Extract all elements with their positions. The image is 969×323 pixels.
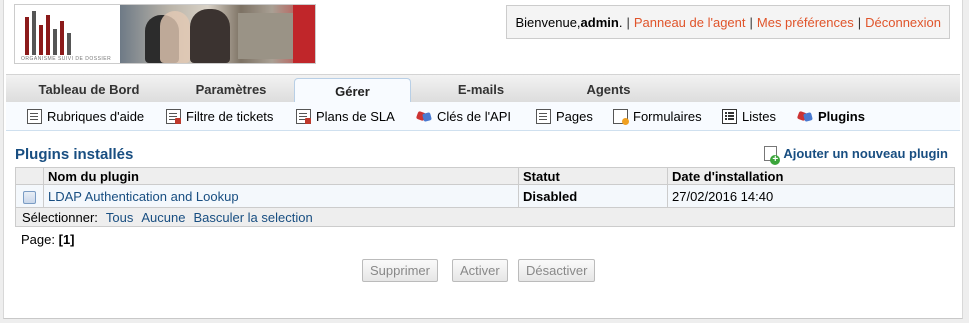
toggle-selection-link[interactable]: Basculer la selection xyxy=(193,210,312,225)
row-checkbox[interactable] xyxy=(23,190,36,204)
tab-dashboard[interactable]: Tableau de Bord xyxy=(14,75,164,103)
main-tabs: Tableau de Bord Paramètres Gérer E-mails… xyxy=(6,74,960,106)
agent-panel-link[interactable]: Panneau de l'agent xyxy=(634,15,746,30)
logo-caption: ORGANISME SUIVI DE DOSSIER xyxy=(21,56,112,62)
subnav-lists[interactable]: Listes xyxy=(722,102,776,130)
tab-emails[interactable]: E-mails xyxy=(411,75,551,103)
subnav-forms[interactable]: Formulaires xyxy=(613,102,702,130)
tab-agents[interactable]: Agents xyxy=(546,75,671,103)
subnav-plugins[interactable]: Plugins xyxy=(798,102,865,130)
select-label: Sélectionner: xyxy=(22,209,98,225)
plugin-name-link[interactable]: LDAP Authentication and Lookup xyxy=(48,189,239,204)
tab-settings[interactable]: Paramètres xyxy=(166,75,296,103)
user-info-box: Bienvenue, admin. | Panneau de l'agent |… xyxy=(506,5,950,39)
delete-button[interactable]: Supprimer xyxy=(362,259,438,282)
subnav-sla-plans[interactable]: Plans de SLA xyxy=(296,102,395,130)
logo-books: ORGANISME SUIVI DE DOSSIER xyxy=(15,5,125,63)
plugin-install-date: 27/02/2016 14:40 xyxy=(667,184,955,208)
welcome-text: Bienvenue, xyxy=(515,14,581,30)
column-header-install-date[interactable]: Date d'installation xyxy=(667,167,955,185)
page-container: ORGANISME SUIVI DE DOSSIER Bienvenue, ad… xyxy=(3,0,963,319)
logout-link[interactable]: Déconnexion xyxy=(865,15,941,30)
disable-button[interactable]: Désactiver xyxy=(518,259,596,282)
plugins-icon xyxy=(798,109,813,124)
column-header-status[interactable]: Statut xyxy=(518,167,668,185)
subnav-pages[interactable]: Pages xyxy=(536,102,593,130)
logo[interactable]: ORGANISME SUIVI DE DOSSIER xyxy=(14,4,316,64)
add-plugin-link[interactable]: Ajouter un nouveau plugin xyxy=(764,146,948,165)
pages-icon xyxy=(536,108,551,124)
forms-icon xyxy=(613,108,629,125)
page-label: Page: xyxy=(21,232,55,247)
select-all-link[interactable]: Tous xyxy=(106,210,133,225)
plugin-name-cell: LDAP Authentication and Lookup xyxy=(43,184,519,208)
ticket-filter-icon xyxy=(166,108,181,124)
plugins-table: Nom du plugin Statut Date d'installation… xyxy=(15,167,955,208)
plugin-status: Disabled xyxy=(518,184,668,208)
subnav-help-topics[interactable]: Rubriques d'aide xyxy=(27,102,144,130)
page-title: Plugins installés xyxy=(15,146,134,163)
select-column-header xyxy=(15,167,44,185)
pagination: Page: [1] xyxy=(21,232,75,247)
subnav-ticket-filters[interactable]: Filtre de tickets xyxy=(166,102,273,130)
page-current[interactable]: [1] xyxy=(59,232,75,247)
api-keys-icon xyxy=(417,109,432,124)
lists-icon xyxy=(722,108,737,124)
select-none-link[interactable]: Aucune xyxy=(141,210,185,225)
add-document-icon xyxy=(764,146,781,165)
username: admin xyxy=(580,14,619,30)
preferences-link[interactable]: Mes préférences xyxy=(757,15,854,30)
logo-photo xyxy=(120,5,315,63)
row-select-cell xyxy=(15,184,44,208)
sla-plans-icon xyxy=(296,108,311,124)
column-header-name[interactable]: Nom du plugin xyxy=(43,167,519,185)
table-row: LDAP Authentication and Lookup Disabled … xyxy=(15,184,955,208)
sub-navigation: Rubriques d'aide Filtre de tickets Plans… xyxy=(6,102,960,131)
help-topics-icon xyxy=(27,108,42,124)
enable-button[interactable]: Activer xyxy=(452,259,508,282)
subnav-api-keys[interactable]: Clés de l'API xyxy=(417,102,511,130)
selection-bar: Sélectionner: Tous Aucune Basculer la se… xyxy=(15,207,955,227)
table-header-row: Nom du plugin Statut Date d'installation xyxy=(15,167,955,185)
